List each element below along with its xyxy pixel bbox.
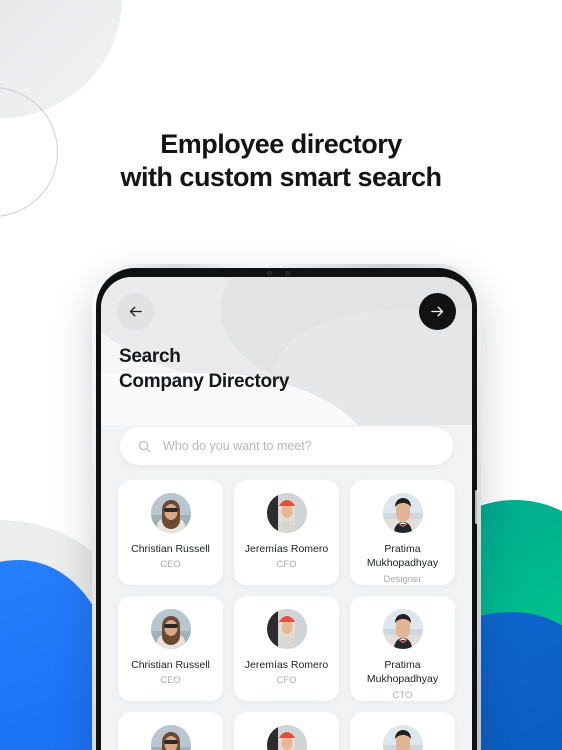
employee-card[interactable]: Pratima Mukhopadhyay Designer bbox=[350, 480, 455, 585]
arrow-left-icon bbox=[129, 306, 142, 317]
arrow-right-icon bbox=[431, 306, 444, 317]
search-bar[interactable]: Who do you want to meet? bbox=[120, 427, 453, 465]
man-suit-avatar bbox=[382, 725, 423, 750]
employee-card[interactable] bbox=[118, 712, 223, 750]
phone-screen: Search Company Directory Who do you want… bbox=[101, 277, 472, 750]
avatar bbox=[266, 609, 307, 649]
employee-card[interactable]: Christian Russell CEO bbox=[118, 480, 223, 585]
avatar bbox=[150, 609, 191, 649]
avatar bbox=[382, 493, 423, 533]
employee-role: CTO bbox=[392, 689, 413, 701]
headline-line-2: with custom smart search bbox=[120, 161, 442, 192]
phone-side-button bbox=[475, 490, 477, 524]
avatar bbox=[150, 493, 191, 533]
employee-name: Jeremías Romero bbox=[244, 543, 329, 555]
employee-card[interactable]: Jeremías Romero CFO bbox=[234, 480, 339, 585]
page-title: Employee directory with custom smart sea… bbox=[0, 128, 562, 194]
person-headband-avatar bbox=[266, 493, 307, 533]
back-button[interactable] bbox=[117, 293, 154, 330]
employee-grid: Christian Russell CEO Jeremías Romero CF… bbox=[118, 480, 455, 750]
forward-button[interactable] bbox=[419, 293, 456, 330]
employee-role: CFO bbox=[276, 675, 297, 687]
phone-bezel: Search Company Directory Who do you want… bbox=[96, 268, 477, 750]
employee-name: Pratima Mukhopadhyay bbox=[366, 659, 439, 686]
avatar bbox=[382, 725, 423, 750]
employee-card[interactable] bbox=[234, 712, 339, 750]
screen-title-line-1: Search bbox=[119, 346, 181, 367]
person-headband-avatar bbox=[266, 609, 307, 649]
app-header: Search Company Directory bbox=[101, 277, 472, 425]
employee-name: Christian Russell bbox=[131, 659, 210, 671]
screen-title: Search Company Directory bbox=[119, 345, 289, 394]
woman-sunglasses-avatar bbox=[150, 725, 191, 750]
promo-screenshot: Employee directory with custom smart sea… bbox=[0, 0, 562, 750]
avatar bbox=[150, 725, 191, 750]
woman-sunglasses-avatar bbox=[150, 493, 191, 533]
employee-card[interactable]: Pratima Mukhopadhyay CTO bbox=[350, 596, 455, 701]
avatar bbox=[382, 609, 423, 649]
employee-name: Christian Russell bbox=[131, 543, 210, 555]
employee-card[interactable] bbox=[350, 712, 455, 750]
employee-name: Jeremías Romero bbox=[244, 659, 329, 671]
avatar bbox=[266, 725, 307, 750]
employee-role: Designer bbox=[383, 573, 422, 585]
phone-mockup: Search Company Directory Who do you want… bbox=[92, 264, 481, 750]
employee-card[interactable]: Jeremías Romero CFO bbox=[234, 596, 339, 701]
person-headband-avatar bbox=[266, 725, 307, 750]
screen-title-line-2: Company Directory bbox=[119, 370, 290, 392]
search-icon bbox=[138, 440, 151, 453]
man-suit-avatar bbox=[382, 609, 423, 649]
employee-name: Pratima Mukhopadhyay bbox=[366, 543, 439, 570]
employee-role: CFO bbox=[276, 559, 297, 571]
headline-line-1: Employee directory bbox=[160, 129, 402, 159]
front-camera-icon bbox=[266, 271, 272, 276]
employee-card[interactable]: Christian Russell CEO bbox=[118, 596, 223, 701]
employee-role: CEO bbox=[160, 559, 181, 571]
woman-sunglasses-avatar bbox=[150, 609, 191, 649]
search-input[interactable]: Who do you want to meet? bbox=[163, 439, 312, 453]
sensor-icon bbox=[284, 271, 290, 276]
man-suit-avatar bbox=[382, 493, 423, 533]
employee-role: CEO bbox=[160, 675, 181, 687]
avatar bbox=[266, 493, 307, 533]
